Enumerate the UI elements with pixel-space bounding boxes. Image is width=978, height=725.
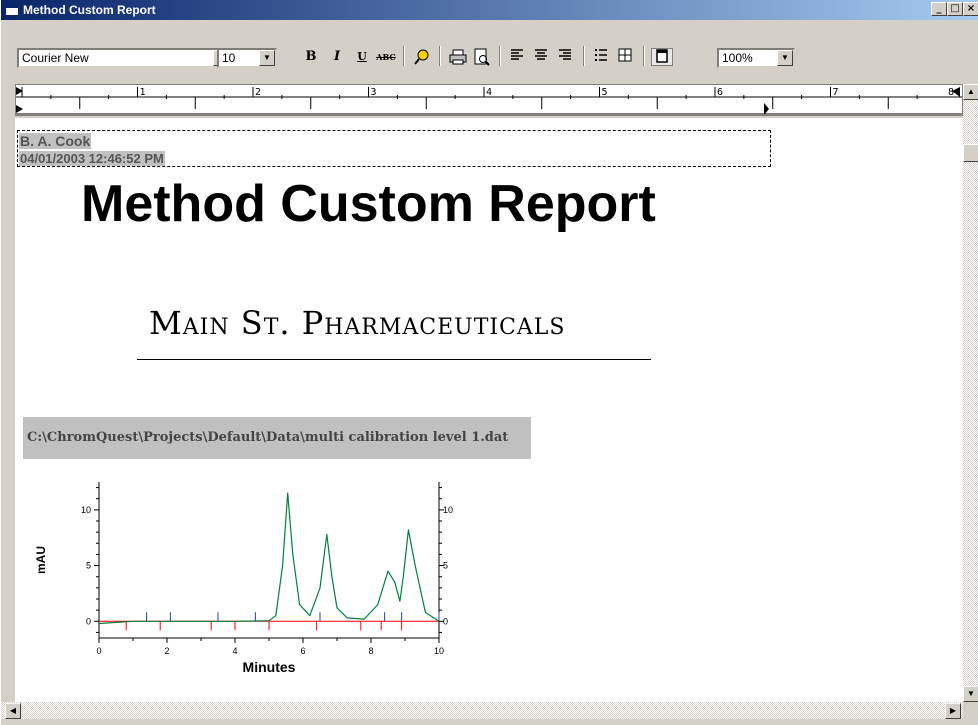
ruler-label: 1 [140,87,146,98]
y-tick-label-left: 5 [86,561,91,571]
font-name-value: Courier New [22,51,89,65]
ruler-label: 5 [602,87,608,98]
ruler-label: 2 [255,87,261,98]
x-tick-label: 8 [368,646,373,656]
formatting-toolbar: Courier New ▼ 10 ▼ B I U ABC [1,20,978,76]
scroll-left-button[interactable]: ◀ [5,703,21,719]
font-size-select[interactable]: 10 ▼ [217,48,277,68]
chromatogram-chart[interactable]: 024681000551010MinutesmAUmAU [15,474,508,702]
report-title: Method Custom Report [81,175,656,233]
y-tick-label-left: 10 [81,505,91,515]
align-center-icon[interactable] [531,48,551,66]
toolbar-separator [403,46,405,66]
y-axis-title-left: mAU [34,546,48,574]
print-icon[interactable] [447,48,469,66]
data-file-path: C:\ChromQuest\Projects\Default\Data\mult… [23,417,531,459]
underline-button[interactable]: U [353,48,371,66]
scroll-up-button[interactable]: ▲ [963,84,978,100]
minimize-button[interactable]: _ [931,2,947,16]
font-size-value: 10 [222,51,236,65]
toolbar-separator [583,46,585,66]
right-indent-marker [764,103,769,115]
author-name: B. A. Cook [19,133,92,149]
toolbar-separator [643,46,645,66]
bold-button[interactable]: B [301,48,321,66]
scroll-thumb[interactable] [963,144,978,162]
y-tick-label-left: 0 [86,616,91,626]
vertical-scrollbar[interactable]: ▲ ▼ [963,84,978,702]
bullets-icon[interactable] [591,48,611,66]
x-tick-label: 6 [300,646,305,656]
font-name-select[interactable]: Courier New ▼ [17,48,231,68]
italic-button[interactable]: I [327,48,347,66]
find-icon[interactable] [411,48,433,66]
ruler-label: 8 [948,87,954,98]
chromatogram-svg: 024681000551010MinutesmAUmAU [34,482,508,675]
page-view-icon[interactable] [651,48,673,66]
x-tick-label: 2 [164,646,169,656]
divider [137,359,651,360]
scroll-right-button[interactable]: ▶ [945,703,961,719]
y-tick-label-right: 0 [443,616,448,626]
strikethrough-button[interactable]: ABC [375,48,397,66]
toolbar-separator [499,46,501,66]
window-title: Method Custom Report [23,3,156,17]
print-preview-icon[interactable] [471,48,493,66]
ruler-label: 6 [717,87,723,98]
horizontal-ruler[interactable]: 1 2 3 4 5 6 7 8 [15,84,963,116]
title-bar[interactable]: Method Custom Report _ □ × [1,0,978,20]
x-tick-label: 0 [96,646,101,656]
signal-trace [98,492,440,625]
x-axis-title: Minutes [243,659,296,675]
x-tick-label: 10 [434,646,444,656]
zoom-value: 100% [722,51,753,65]
hanging-indent-marker [16,105,23,113]
x-tick-label: 4 [232,646,237,656]
y-tick-label-right: 10 [443,505,453,515]
maximize-button[interactable]: □ [947,2,963,16]
report-window: Method Custom Report _ □ × Courier New ▼… [0,0,978,725]
horizontal-scrollbar[interactable]: ◀ ▶ [1,702,963,719]
toolbar-separator [439,46,441,66]
chevron-down-icon[interactable]: ▼ [777,50,793,66]
table-icon[interactable] [615,48,635,66]
document-area[interactable]: B. A. Cook 04/01/2003 12:46:52 PM Method… [15,118,963,702]
report-timestamp: 04/01/2003 12:46:52 PM [19,151,165,166]
align-right-icon[interactable] [555,48,575,66]
ruler-label: 7 [833,87,839,98]
scroll-down-button[interactable]: ▼ [963,686,978,702]
zoom-select[interactable]: 100% ▼ [717,48,795,68]
ruler-label: 3 [371,87,377,98]
align-left-icon[interactable] [507,48,527,66]
close-button[interactable]: × [963,2,978,16]
ruler-label: 4 [486,87,492,98]
company-name: Main St. Pharmaceuticals [149,304,566,342]
app-icon[interactable] [5,4,19,16]
chevron-down-icon[interactable]: ▼ [259,50,275,66]
y-tick-label-right: 5 [443,561,448,571]
ruler-scale: 1 2 3 4 5 6 7 8 [16,87,962,115]
